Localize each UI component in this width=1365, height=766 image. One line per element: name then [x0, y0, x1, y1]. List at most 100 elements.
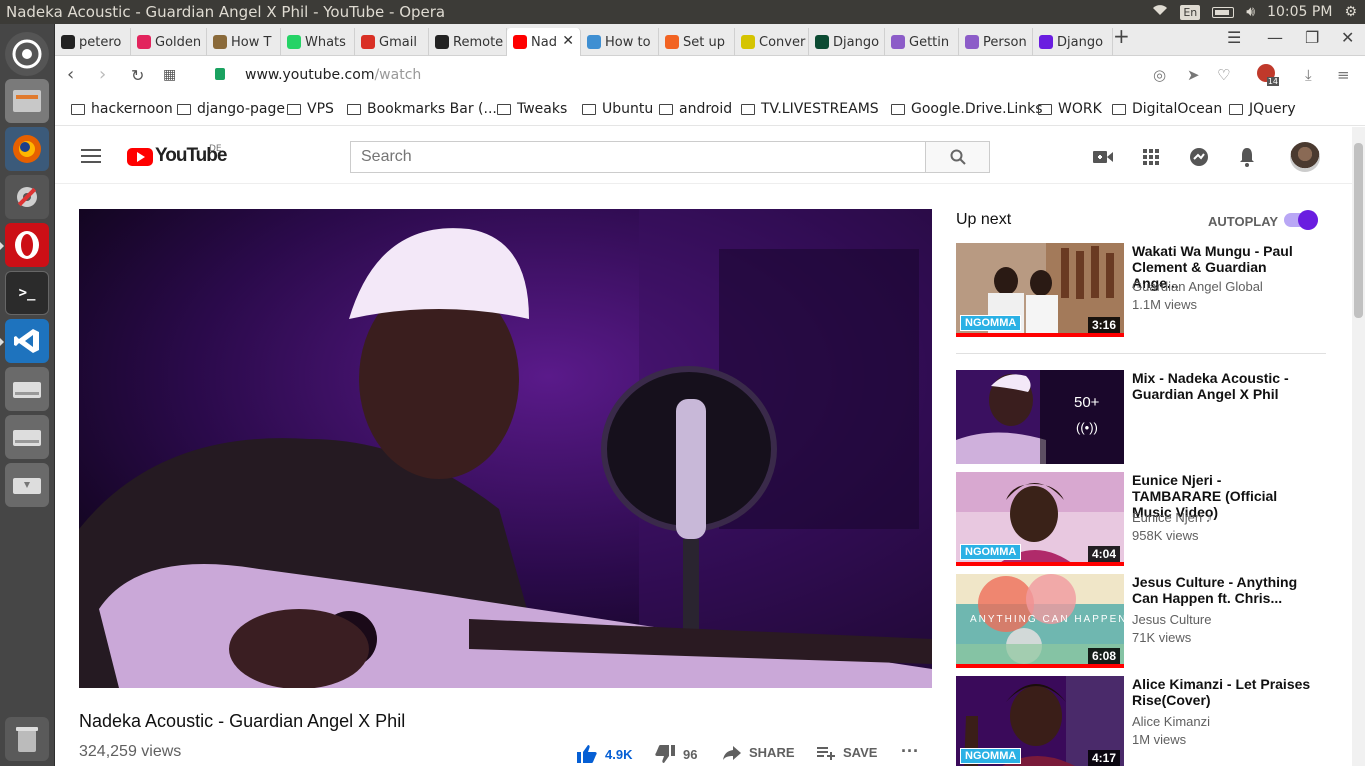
browser-tab[interactable]: Set up: [659, 28, 735, 56]
search-button[interactable]: [925, 141, 990, 173]
url-domain: www.youtube.com: [245, 67, 375, 83]
browser-tab[interactable]: Nad ✕: [507, 28, 581, 56]
video-thumbnail[interactable]: NGOMMA 3:16: [956, 243, 1124, 337]
system-tray[interactable]: En 🔊︎ 10:05 PM ⚙︎: [1152, 0, 1357, 24]
recommended-video-channel[interactable]: Eunice Njeri ♪: [1132, 510, 1212, 525]
back-button[interactable]: ‹: [67, 64, 74, 85]
url-field[interactable]: www.youtube.com/watch: [245, 67, 421, 83]
browser-tab[interactable]: Conver: [735, 28, 809, 56]
adblock-icon[interactable]: 14: [1257, 64, 1279, 86]
recommended-video[interactable]: ANYTHING CAN HAPPEN 6:08 Jesus Culture -…: [956, 574, 1326, 669]
notifications-bell-icon[interactable]: [1237, 147, 1257, 167]
minimize-button[interactable]: —: [1267, 28, 1283, 47]
easy-setup-icon[interactable]: ≡: [1337, 66, 1350, 84]
speed-dial-icon[interactable]: ▦: [163, 67, 176, 83]
guide-menu-icon[interactable]: [81, 149, 101, 163]
power-gear-icon[interactable]: ⚙︎: [1344, 4, 1357, 20]
bookmark-folder[interactable]: django-page: [177, 101, 285, 117]
bookmark-heart-icon[interactable]: ♡: [1217, 66, 1230, 84]
ubuntu-dash-icon[interactable]: [5, 32, 49, 76]
bookmark-folder[interactable]: DigitalOcean: [1112, 101, 1222, 117]
maximize-button[interactable]: ❐: [1305, 28, 1319, 47]
user-avatar[interactable]: [1290, 142, 1320, 172]
drive-icon[interactable]: [5, 415, 49, 459]
browser-tab[interactable]: Whats: [281, 28, 355, 56]
drive-icon[interactable]: [5, 367, 49, 411]
share-button[interactable]: SHARE: [723, 745, 795, 760]
system-settings-icon[interactable]: [5, 175, 49, 219]
video-thumbnail[interactable]: NGOMMA 4:17: [956, 676, 1124, 766]
new-tab-button[interactable]: +: [1113, 24, 1130, 48]
volume-icon[interactable]: 🔊︎: [1246, 4, 1255, 20]
more-actions-icon[interactable]: ···: [901, 741, 919, 762]
create-video-icon[interactable]: [1093, 147, 1113, 167]
recommended-video-title[interactable]: Alice Kimanzi - Let Praises Rise(Cover): [1132, 676, 1312, 708]
bookmark-folder[interactable]: Ubuntu: [582, 101, 653, 117]
browser-tab[interactable]: Gmail: [355, 28, 429, 56]
bookmark-folder[interactable]: WORK: [1038, 101, 1102, 117]
vscode-icon[interactable]: [0, 319, 49, 363]
firefox-icon[interactable]: [5, 127, 49, 171]
bookmark-folder[interactable]: android: [659, 101, 732, 117]
recommended-video-channel[interactable]: Alice Kimanzi: [1132, 714, 1210, 729]
browser-tab[interactable]: How T: [207, 28, 281, 56]
browser-tab[interactable]: Person: [959, 28, 1033, 56]
browser-tab[interactable]: How to: [581, 28, 659, 56]
apps-grid-icon[interactable]: [1141, 147, 1161, 167]
recommended-video-title[interactable]: Mix - Nadeka Acoustic - Guardian Angel X…: [1132, 370, 1312, 402]
browser-tab[interactable]: Gettin: [885, 28, 959, 56]
bookmark-folder[interactable]: Bookmarks Bar (...: [347, 101, 497, 117]
keyboard-layout-indicator[interactable]: En: [1180, 4, 1201, 20]
secure-lock-icon[interactable]: [215, 68, 225, 80]
browser-tab[interactable]: Remote: [429, 28, 507, 56]
save-button[interactable]: SAVE: [817, 745, 877, 760]
like-button[interactable]: 4.9K: [577, 745, 632, 763]
video-thumbnail[interactable]: 50+ ((•)): [956, 370, 1124, 464]
close-window-button[interactable]: ✕: [1341, 28, 1354, 47]
bookmark-folder[interactable]: hackernoon: [71, 101, 173, 117]
messages-icon[interactable]: [1189, 147, 1209, 167]
recommended-video[interactable]: NGOMMA 4:04 Eunice Njeri - TAMBARARE (Of…: [956, 472, 1326, 567]
bookmark-folder[interactable]: JQuery: [1229, 101, 1296, 117]
send-icon[interactable]: ➤: [1187, 66, 1200, 84]
recommended-video-channel[interactable]: Guardian Angel Global: [1132, 279, 1263, 294]
recommended-mix[interactable]: 50+ ((•)) Mix - Nadeka Acoustic - Guardi…: [956, 370, 1326, 465]
clock[interactable]: 10:05 PM: [1267, 4, 1332, 20]
snapshot-icon[interactable]: ◎: [1153, 66, 1166, 84]
browser-tab[interactable]: Django: [1033, 28, 1113, 56]
reload-button[interactable]: ↻: [131, 66, 144, 85]
bookmark-folder[interactable]: TV.LIVESTREAMS: [741, 101, 879, 117]
tab-menu-icon[interactable]: ☰: [1227, 28, 1241, 47]
search-input[interactable]: [350, 141, 926, 173]
bookmark-folder[interactable]: Google.Drive.Links: [891, 101, 1043, 117]
recommended-video-title[interactable]: Jesus Culture - Anything Can Happen ft. …: [1132, 574, 1312, 606]
browser-tab[interactable]: Django: [809, 28, 885, 56]
browser-tab[interactable]: Golden: [131, 28, 207, 56]
recommended-video[interactable]: NGOMMA 3:16 Wakati Wa Mungu - Paul Cleme…: [956, 243, 1326, 338]
files-icon[interactable]: [5, 79, 49, 123]
recommended-video[interactable]: NGOMMA 4:17 Alice Kimanzi - Let Praises …: [956, 676, 1326, 766]
wifi-icon[interactable]: [1152, 4, 1168, 20]
battery-icon[interactable]: [1212, 6, 1235, 18]
page-scrollbar[interactable]: [1352, 127, 1365, 766]
scrollbar-thumb[interactable]: [1354, 143, 1363, 318]
download-icon[interactable]: ⤓: [1305, 66, 1312, 84]
autoplay-toggle[interactable]: [1284, 210, 1318, 230]
opera-icon[interactable]: [0, 223, 49, 267]
dislike-button[interactable]: 96: [655, 745, 697, 763]
trash-icon[interactable]: [5, 717, 49, 761]
video-thumbnail[interactable]: ANYTHING CAN HAPPEN 6:08: [956, 574, 1124, 668]
bookmark-folder[interactable]: VPS: [287, 101, 334, 117]
close-tab-icon[interactable]: ✕: [562, 33, 574, 49]
channel-name[interactable]: Eunice Njeri: [1132, 510, 1202, 525]
forward-button[interactable]: ›: [99, 64, 106, 85]
bookmark-folder[interactable]: Tweaks: [497, 101, 567, 117]
video-thumbnail[interactable]: NGOMMA 4:04: [956, 472, 1124, 566]
recommended-video-channel[interactable]: Jesus Culture: [1132, 612, 1211, 627]
usb-drive-icon[interactable]: [5, 463, 49, 507]
youtube-logo-icon[interactable]: [127, 148, 153, 166]
browser-tab[interactable]: petero: [55, 28, 131, 56]
video-player[interactable]: [79, 209, 932, 688]
golden-icon: [137, 35, 151, 49]
terminal-icon[interactable]: >_: [5, 271, 49, 315]
